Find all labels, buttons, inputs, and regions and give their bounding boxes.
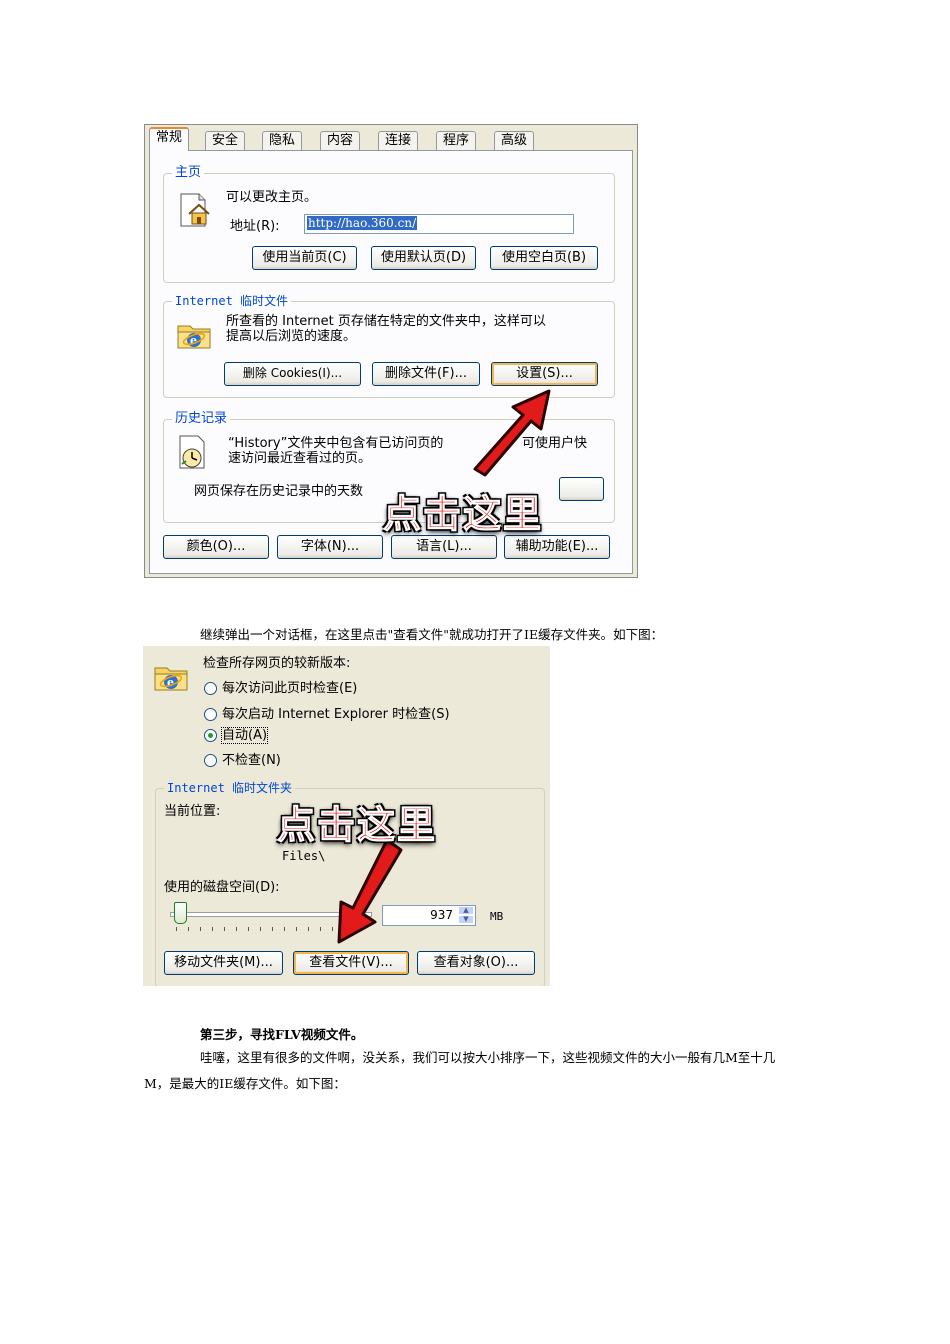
step3-title: 第三步，寻找FLV视频文件。 bbox=[200, 1027, 364, 1042]
temp-folder-group-title: Internet 临时文件夹 bbox=[164, 780, 296, 796]
homepage-group-title: 主页 bbox=[172, 165, 205, 181]
temp-files-group-title: Internet 临时文件 bbox=[172, 293, 292, 309]
tab-connections[interactable]: 连接 bbox=[378, 131, 419, 150]
settings-button[interactable]: 设置(S)... bbox=[491, 362, 598, 386]
temp-files-settings-screenshot: e 检查所存网页的较新版本: 每次访问此页时检查(E) 每次启动 Interne… bbox=[143, 646, 550, 986]
tab-content[interactable]: 内容 bbox=[320, 131, 361, 150]
history-desc-line1: “History”文件夹中包含有已访问页的 bbox=[228, 436, 444, 451]
disk-space-slider-thumb[interactable] bbox=[174, 902, 187, 924]
use-default-page-button[interactable]: 使用默认页(D) bbox=[371, 246, 476, 270]
radio-every-start[interactable] bbox=[204, 708, 217, 721]
radio-every-start-label: 每次启动 Internet Explorer 时检查(S) bbox=[222, 707, 450, 722]
history-group-title: 历史记录 bbox=[172, 411, 231, 427]
tab-strip: 常规 安全 隐私 内容 连接 程序 高级 bbox=[145, 127, 639, 151]
ie-folder-icon: e bbox=[176, 316, 212, 352]
spin-up-icon[interactable]: ▲ bbox=[458, 906, 474, 915]
radio-never[interactable] bbox=[204, 754, 217, 767]
address-input-value: http://hao.360.cn/ bbox=[307, 216, 418, 230]
delete-files-button[interactable]: 删除文件(F)... bbox=[372, 362, 480, 386]
fonts-button[interactable]: 字体(N)... bbox=[277, 535, 383, 559]
use-blank-page-button[interactable]: 使用空白页(B) bbox=[490, 246, 598, 270]
ie-folder-icon: e bbox=[153, 658, 189, 694]
radio-automatic[interactable] bbox=[204, 729, 217, 742]
disk-space-value: 937 bbox=[430, 908, 453, 922]
languages-button[interactable]: 语言(L)... bbox=[391, 535, 497, 559]
move-folder-button[interactable]: 移动文件夹(M)... bbox=[164, 951, 283, 975]
radio-automatic-label: 自动(A) bbox=[220, 727, 269, 744]
current-location-label: 当前位置: bbox=[164, 804, 221, 819]
internet-options-dialog-screenshot: 常规 安全 隐私 内容 连接 程序 高级 主页 可以更改主页。 地址(R): h… bbox=[144, 124, 638, 578]
tab-general[interactable]: 常规 bbox=[149, 127, 190, 151]
colors-button-visual[interactable]: 颜色(O)... bbox=[163, 535, 269, 559]
radio-never-label: 不检查(N) bbox=[222, 753, 281, 768]
step3-line1: 哇噻，这里有很多的文件啊，没关系，我们可以按大小排序一下，这些视频文件的大小一般… bbox=[200, 1050, 776, 1065]
radio-every-visit-label: 每次访问此页时检查(E) bbox=[222, 681, 358, 696]
address-label: 地址(R): bbox=[230, 219, 280, 234]
history-days-label: 网页保存在历史记录中的天数 bbox=[194, 484, 364, 499]
house-icon bbox=[177, 192, 213, 228]
homepage-description: 可以更改主页。 bbox=[226, 190, 318, 205]
red-arrow-icon bbox=[473, 389, 551, 477]
current-location-path: Files\ bbox=[282, 849, 326, 863]
spin-down-icon[interactable]: ▼ bbox=[458, 915, 474, 924]
history-desc-line2: 速访问最近查看过的页。 bbox=[228, 451, 372, 466]
history-clock-icon bbox=[176, 434, 212, 470]
caption-continue: 继续弹出一个对话框，在这里点击"查看文件"就成功打开了IE缓存文件夹。如下图： bbox=[200, 627, 664, 642]
tab-privacy[interactable]: 隐私 bbox=[262, 131, 303, 150]
red-arrow-icon bbox=[337, 838, 403, 944]
accessibility-button[interactable]: 辅助功能(E)... bbox=[504, 535, 610, 559]
clear-history-button[interactable] bbox=[559, 477, 604, 501]
temp-files-desc-line1: 所查看的 Internet 页存储在特定的文件夹中，这样可以 bbox=[226, 314, 546, 329]
click-here-callout: 点击这里 bbox=[276, 803, 438, 848]
check-versions-label: 检查所存网页的较新版本: bbox=[203, 656, 351, 671]
click-here-callout: 点击这里 bbox=[382, 492, 544, 537]
address-input[interactable]: http://hao.360.cn/ bbox=[304, 214, 574, 234]
step3-line2: M，是最大的IE缓存文件。如下图： bbox=[144, 1076, 346, 1091]
temp-files-group: Internet 临时文件 e 所查看的 Internet 页存储在特定的文件夹… bbox=[163, 293, 615, 398]
delete-cookies-button[interactable]: 删除 Cookies(I)... bbox=[224, 362, 361, 386]
use-current-page-button[interactable]: 使用当前页(C) bbox=[252, 246, 357, 270]
disk-space-unit: MB bbox=[490, 910, 504, 923]
tab-programs[interactable]: 程序 bbox=[436, 131, 477, 150]
view-files-button[interactable]: 查看文件(V)... bbox=[293, 951, 409, 975]
radio-every-visit[interactable] bbox=[204, 682, 217, 695]
tab-advanced[interactable]: 高级 bbox=[494, 131, 535, 150]
disk-space-label: 使用的磁盘空间(D): bbox=[164, 880, 280, 895]
temp-files-desc-line2: 提高以后浏览的速度。 bbox=[226, 329, 357, 344]
tab-security[interactable]: 安全 bbox=[205, 131, 246, 150]
view-objects-button[interactable]: 查看对象(O)... bbox=[417, 951, 535, 975]
homepage-group: 主页 可以更改主页。 地址(R): http://hao.360.cn/ 使用当… bbox=[163, 165, 615, 283]
